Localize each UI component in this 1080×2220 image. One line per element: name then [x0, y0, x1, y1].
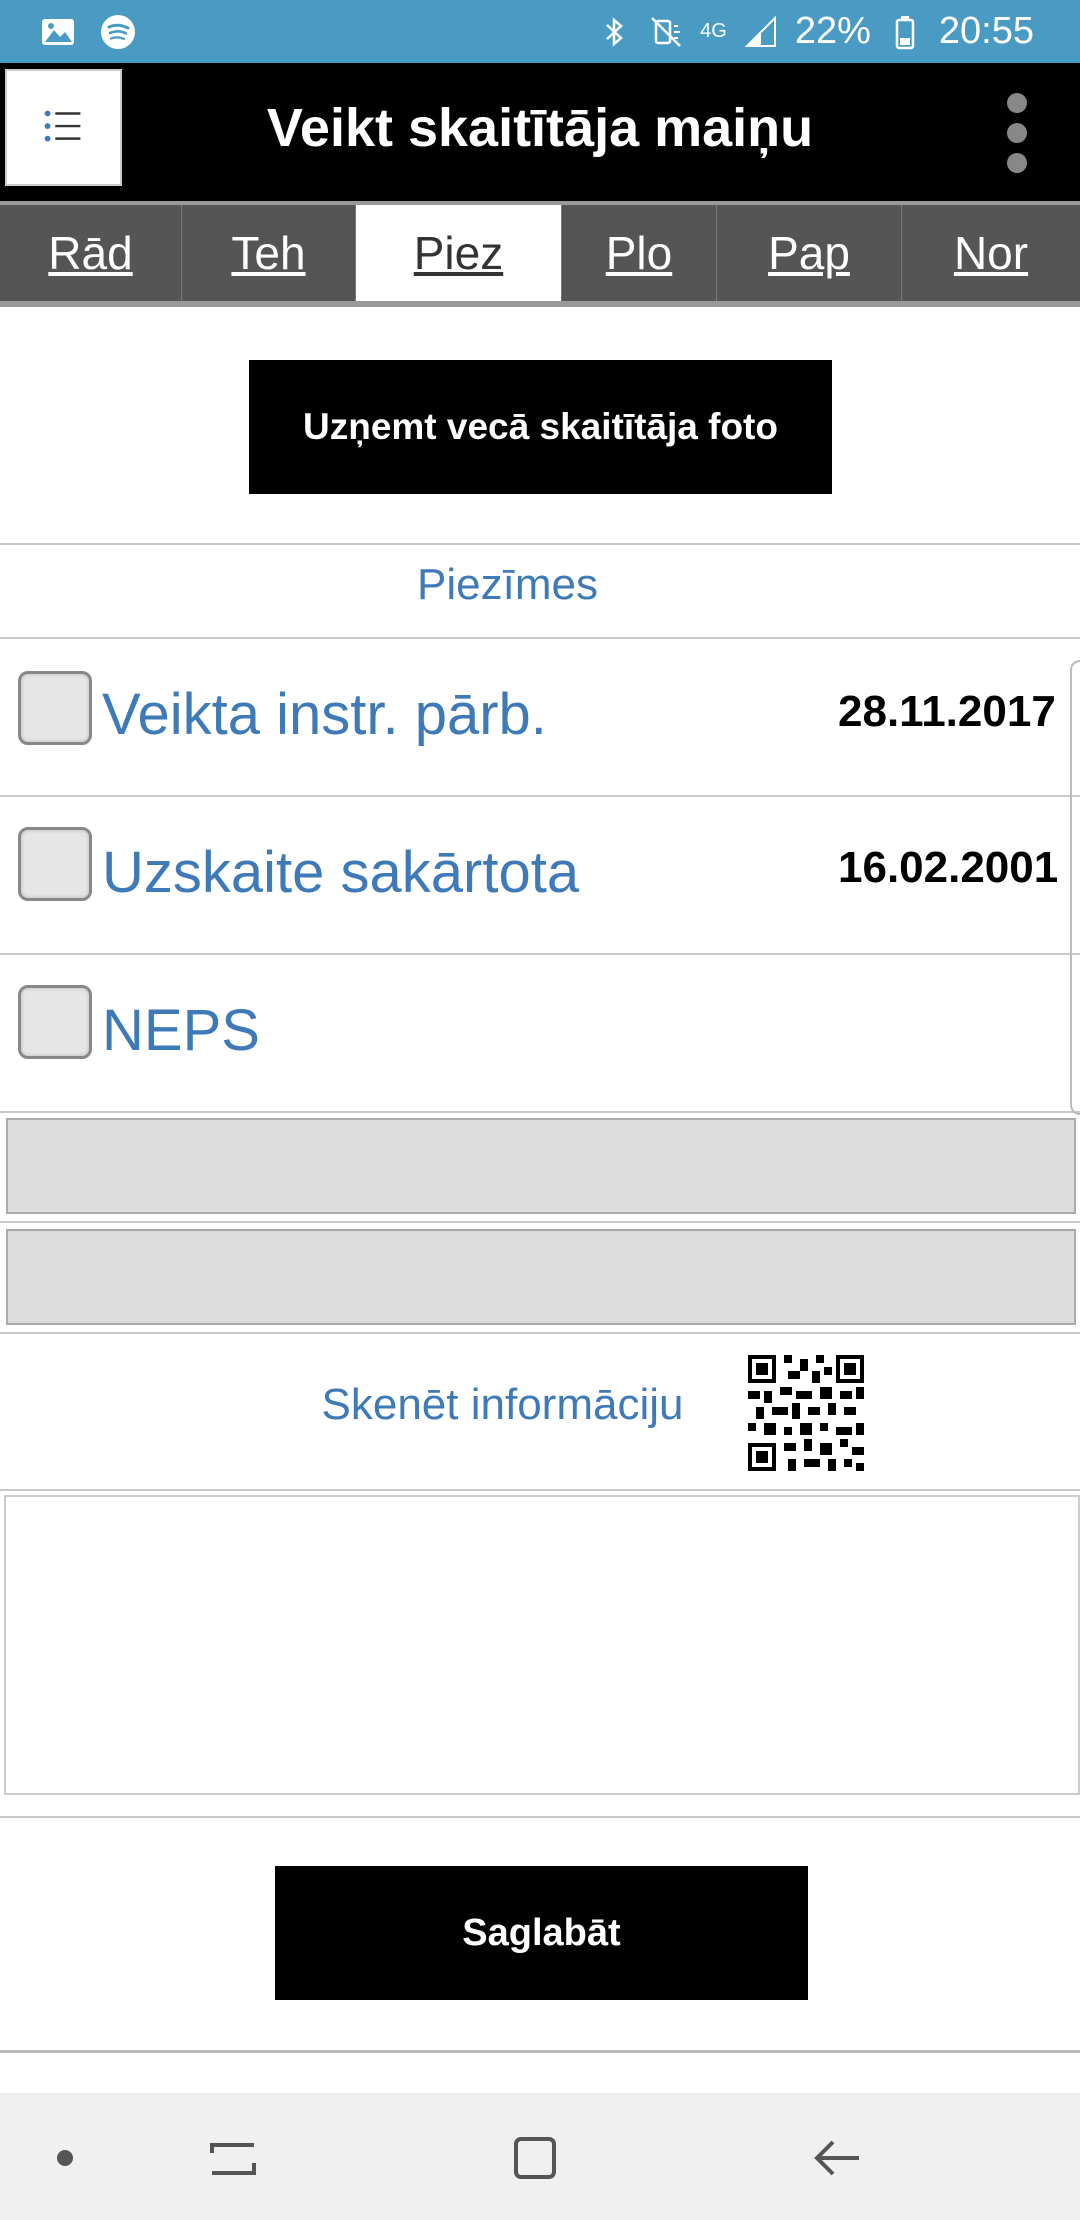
tab-bar: Rād Teh Piez Plo Pap Nor — [0, 201, 1080, 307]
input-field-1[interactable] — [6, 1118, 1076, 1214]
save-button[interactable]: Saglabāt — [275, 1866, 808, 2000]
page-title: Veikt skaitītāja maiņu — [266, 98, 814, 158]
check-row-neps: NEPS — [0, 955, 1080, 1111]
checkbox[interactable] — [18, 671, 92, 745]
dot-icon[interactable] — [30, 2123, 100, 2193]
divider — [0, 1816, 1080, 1818]
battery-percent: 22% — [794, 10, 871, 52]
check-row-instr: Veikta instr. pārb. 28.11.2017 — [0, 639, 1080, 795]
clock: 20:55 — [938, 10, 1034, 52]
mute-icon — [651, 16, 682, 47]
tab-rad[interactable]: Rād — [0, 205, 182, 301]
check-label: NEPS — [102, 998, 260, 1063]
list-icon — [44, 110, 81, 142]
app-header: Veikt skaitītāja maiņu — [0, 63, 1080, 201]
back-icon[interactable] — [803, 2123, 873, 2193]
tab-piez[interactable]: Piez — [356, 205, 562, 301]
gallery-icon — [42, 19, 74, 45]
divider — [0, 1332, 1080, 1334]
input-field-2[interactable] — [6, 1229, 1076, 1325]
divider — [0, 1221, 1080, 1223]
divider — [0, 543, 1080, 545]
nav-bar — [0, 2093, 1080, 2220]
spotify-icon — [101, 15, 135, 49]
recent-apps-icon[interactable] — [198, 2123, 268, 2193]
menu-button[interactable] — [5, 69, 122, 186]
tab-teh[interactable]: Teh — [182, 205, 356, 301]
check-label: Uzskaite sakārtota — [102, 840, 580, 905]
bluetooth-icon — [606, 16, 624, 47]
tab-nor[interactable]: Nor — [902, 205, 1080, 301]
divider — [0, 1111, 1080, 1113]
check-date: 28.11.2017 — [838, 687, 1056, 736]
network-type: 4G — [700, 20, 727, 42]
checkbox[interactable] — [18, 985, 92, 1059]
signal-icon — [744, 15, 776, 47]
scrollbar[interactable] — [1070, 660, 1080, 1115]
notes-heading: Piezīmes — [417, 560, 598, 609]
battery-icon — [895, 15, 915, 49]
notes-textarea[interactable] — [4, 1495, 1080, 1795]
divider — [0, 1489, 1080, 1491]
qr-code-icon[interactable] — [748, 1355, 864, 1471]
home-icon[interactable] — [500, 2123, 570, 2193]
checkbox[interactable] — [18, 827, 92, 901]
divider — [0, 2050, 1080, 2053]
check-label: Veikta instr. pārb. — [102, 682, 547, 747]
check-date: 16.02.2001 — [838, 843, 1059, 892]
more-vert-icon[interactable] — [1002, 93, 1032, 173]
status-bar: 4G 22% 20:55 — [0, 0, 1080, 63]
tab-plo[interactable]: Plo — [562, 205, 717, 301]
tab-pap[interactable]: Pap — [717, 205, 902, 301]
check-row-uzskaite: Uzskaite sakārtota 16.02.2001 — [0, 797, 1080, 953]
take-photo-button[interactable]: Uzņemt vecā skaitītāja foto — [249, 360, 832, 494]
